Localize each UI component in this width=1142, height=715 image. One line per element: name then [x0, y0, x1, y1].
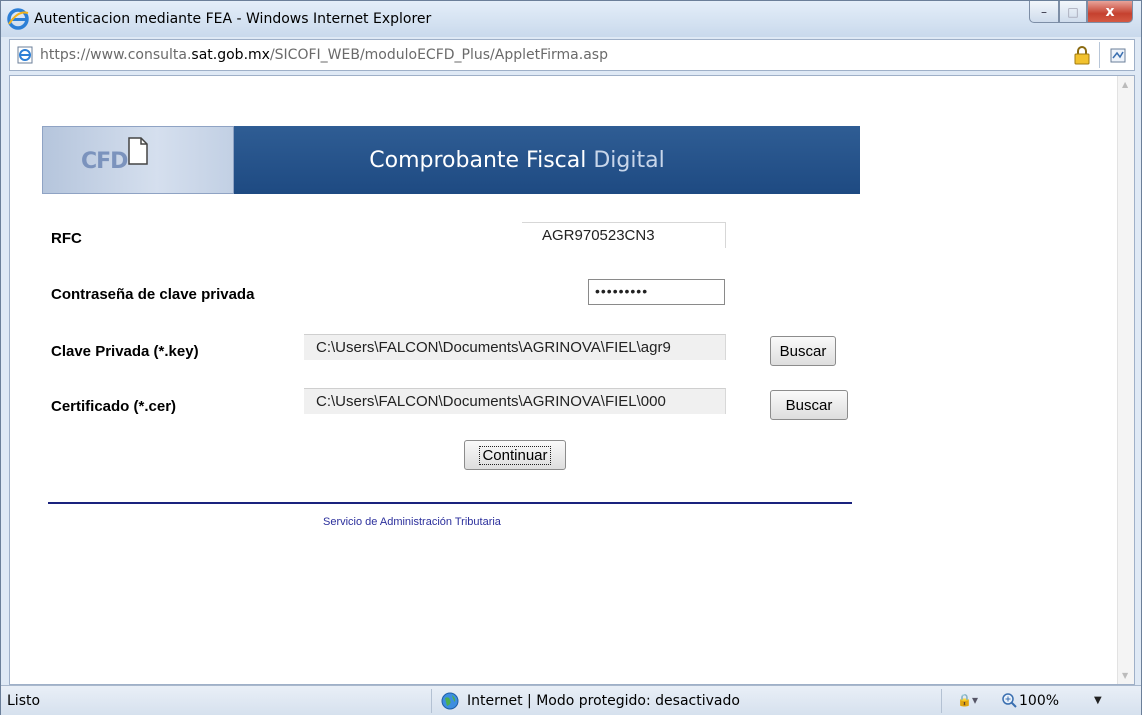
- document-icon: [128, 137, 148, 165]
- globe-icon: [441, 692, 459, 710]
- continue-button-label: Continuar: [479, 445, 551, 465]
- url-scheme: https://www.consulta.: [40, 47, 192, 63]
- maximize-button[interactable]: □: [1059, 1, 1087, 23]
- rfc-label: RFC: [51, 230, 82, 247]
- status-separator: [941, 689, 942, 713]
- footer-divider: [48, 502, 852, 504]
- page-icon: [17, 46, 33, 64]
- header-banner: CFD Comprobante Fiscal Digital: [42, 126, 860, 194]
- status-bar: Listo Internet | Modo protegido: desacti…: [1, 685, 1141, 715]
- scroll-down-icon[interactable]: ▼: [1122, 671, 1128, 680]
- certificate-path-field[interactable]: C:\Users\FALCON\Documents\AGRINOVA\FIEL\…: [304, 388, 726, 414]
- address-separator: [1099, 42, 1100, 68]
- title-bar: Autenticacion mediante FEA - Windows Int…: [1, 1, 1141, 37]
- status-text: Listo: [7, 693, 41, 709]
- banner-title: Comprobante Fiscal Digital: [369, 148, 664, 173]
- protected-mode-icon[interactable]: 🔒▾: [957, 693, 978, 707]
- zoom-icon: [1002, 693, 1017, 708]
- footer-text: Servicio de Administración Tributaria: [323, 516, 501, 528]
- banner-title-panel: Comprobante Fiscal Digital: [234, 126, 860, 194]
- compatibility-icon[interactable]: [1108, 45, 1128, 65]
- lock-icon[interactable]: [1074, 45, 1090, 65]
- window-controls: – □ x: [1029, 1, 1133, 25]
- banner-logo-panel: CFD: [42, 126, 234, 194]
- continue-button[interactable]: Continuar: [464, 440, 566, 470]
- zoom-level[interactable]: 100%: [1019, 693, 1059, 709]
- ie-logo-icon: [7, 8, 29, 30]
- window-title: Autenticacion mediante FEA - Windows Int…: [34, 11, 432, 27]
- minimize-button[interactable]: –: [1029, 1, 1059, 23]
- rfc-field[interactable]: AGR970523CN3: [522, 222, 726, 248]
- zoom-dropdown-icon[interactable]: ▼: [1094, 695, 1102, 706]
- password-label: Contraseña de clave privada: [51, 286, 255, 303]
- browse-certificate-button[interactable]: Buscar: [770, 390, 848, 420]
- status-separator: [431, 689, 432, 713]
- scroll-up-icon[interactable]: ▲: [1122, 80, 1128, 89]
- private-key-label: Clave Privada (*.key): [51, 343, 199, 360]
- browser-window: Autenticacion mediante FEA - Windows Int…: [0, 0, 1142, 715]
- banner-title-accent: Digital: [593, 147, 665, 173]
- vertical-scrollbar[interactable]: ▲ ▼: [1117, 76, 1134, 684]
- page-viewport: CFD Comprobante Fiscal Digital RFC AGR97…: [9, 75, 1135, 685]
- close-button[interactable]: x: [1087, 1, 1133, 23]
- browse-key-button[interactable]: Buscar: [770, 336, 836, 366]
- certificate-label: Certificado (*.cer): [51, 398, 177, 415]
- url-text[interactable]: https://www.consulta.sat.gob.mx/SICOFI_W…: [40, 47, 608, 63]
- banner-title-main: Comprobante Fiscal: [369, 147, 594, 173]
- security-zone-text[interactable]: Internet | Modo protegido: desactivado: [467, 693, 740, 709]
- url-domain: sat.gob.mx: [191, 47, 270, 63]
- address-bar[interactable]: https://www.consulta.sat.gob.mx/SICOFI_W…: [9, 39, 1135, 71]
- cfd-logo: CFD: [81, 149, 128, 174]
- password-field[interactable]: •••••••••: [588, 279, 725, 305]
- private-key-path-field[interactable]: C:\Users\FALCON\Documents\AGRINOVA\FIEL\…: [304, 334, 726, 360]
- url-path: /SICOFI_WEB/moduloECFD_Plus/AppletFirma.…: [269, 47, 608, 63]
